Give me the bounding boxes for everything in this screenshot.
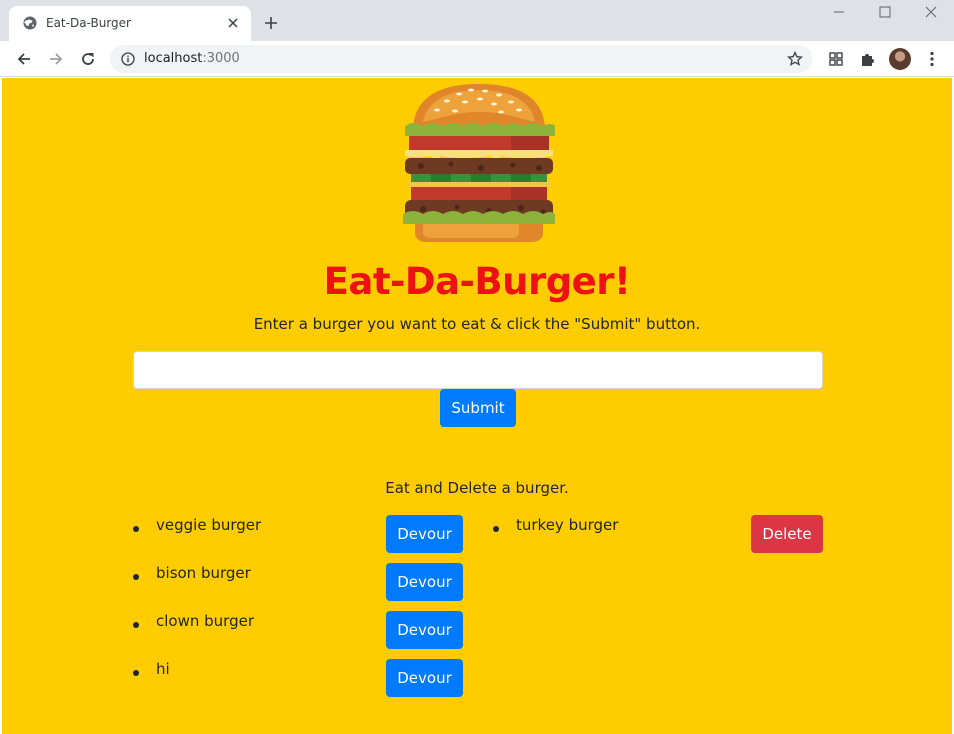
back-icon[interactable] bbox=[15, 50, 33, 68]
burger-name: clown burger bbox=[156, 612, 254, 630]
list-item: turkey burger Delete bbox=[493, 515, 823, 553]
bullet bbox=[493, 526, 499, 532]
instructions-text: Enter a burger you want to eat & click t… bbox=[253, 315, 701, 333]
submit-button[interactable]: Submit bbox=[440, 389, 516, 427]
page-title: Eat-Da-Burger! bbox=[323, 260, 631, 303]
devour-button[interactable]: Devour bbox=[386, 611, 463, 649]
bookmark-star-icon[interactable] bbox=[787, 51, 803, 67]
menu-kebab-icon[interactable] bbox=[923, 50, 941, 68]
tab-title: Eat-Da-Burger bbox=[46, 16, 131, 30]
apps-grid-icon[interactable] bbox=[827, 50, 845, 68]
section-label: Eat and Delete a burger. bbox=[385, 479, 569, 497]
tab-strip: Eat-Da-Burger bbox=[0, 0, 954, 41]
bullet bbox=[133, 670, 139, 676]
reload-icon[interactable] bbox=[79, 50, 97, 68]
minimize-icon[interactable] bbox=[832, 5, 846, 19]
maximize-icon[interactable] bbox=[878, 5, 892, 19]
browser-toolbar: localhost:3000 bbox=[0, 41, 954, 77]
bullet bbox=[133, 526, 139, 532]
url-host: localhost bbox=[144, 51, 203, 66]
list-item: veggie burger Devour bbox=[133, 515, 463, 553]
burger-name: turkey burger bbox=[516, 516, 619, 534]
globe-icon bbox=[23, 16, 37, 30]
new-tab-icon[interactable] bbox=[262, 14, 280, 32]
burger-name: veggie burger bbox=[156, 516, 262, 534]
info-icon[interactable] bbox=[121, 52, 135, 66]
url-text: localhost:3000 bbox=[144, 51, 240, 66]
close-window-icon[interactable] bbox=[924, 5, 938, 19]
bullet bbox=[133, 574, 139, 580]
close-tab-icon[interactable] bbox=[227, 17, 239, 29]
burger-name: hi bbox=[156, 660, 170, 678]
forward-icon[interactable] bbox=[47, 50, 65, 68]
list-item: bison burger Devour bbox=[133, 563, 463, 601]
delete-button[interactable]: Delete bbox=[751, 515, 823, 553]
profile-avatar[interactable] bbox=[889, 48, 911, 70]
list-item: hi Devour bbox=[133, 659, 463, 697]
browser-tab[interactable]: Eat-Da-Burger bbox=[9, 6, 251, 41]
devour-button[interactable]: Devour bbox=[386, 659, 463, 697]
page-body: Eat-Da-Burger! Enter a burger you want t… bbox=[2, 78, 952, 734]
burger-name: bison burger bbox=[156, 564, 251, 582]
bullet bbox=[133, 622, 139, 628]
list-item: clown burger Devour bbox=[133, 611, 463, 649]
address-bar[interactable]: localhost:3000 bbox=[110, 45, 813, 73]
burger-logo-icon bbox=[403, 84, 555, 242]
burger-name-input[interactable] bbox=[133, 351, 823, 389]
devour-button[interactable]: Devour bbox=[386, 563, 463, 601]
devour-button[interactable]: Devour bbox=[386, 515, 463, 553]
url-port: :3000 bbox=[202, 51, 240, 66]
extensions-puzzle-icon[interactable] bbox=[859, 50, 877, 68]
